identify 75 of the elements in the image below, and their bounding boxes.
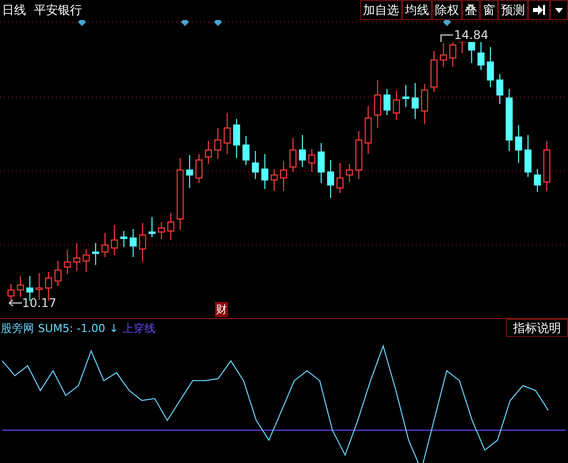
candlestick (139, 222, 146, 262)
toolbar-button[interactable]: 除权 (432, 0, 462, 20)
leader-line (440, 32, 454, 42)
event-diamond-icon (78, 20, 86, 26)
candlestick (233, 118, 240, 158)
jump-to-end-button[interactable] (528, 0, 550, 20)
candlestick (421, 84, 428, 124)
candlestick (336, 162, 344, 194)
candlestick (110, 224, 118, 256)
candlestick (364, 106, 372, 154)
candlestick (54, 260, 62, 286)
candlestick (167, 212, 174, 240)
candlestick (64, 250, 71, 274)
candlestick (130, 228, 137, 258)
candlestick (224, 112, 231, 154)
chart-period: 日线 (2, 2, 26, 18)
low-price-label: 10.17 (22, 296, 56, 310)
candlestick (355, 130, 362, 180)
event-diamond-icon (214, 20, 222, 26)
candlestick (252, 150, 259, 180)
candlestick (543, 140, 550, 192)
candlestick (298, 134, 306, 168)
candlestick (120, 230, 128, 248)
candlestick (196, 154, 202, 184)
candlestick (384, 88, 390, 116)
candlestick (82, 248, 90, 272)
candlestick (346, 164, 353, 182)
candlestick (158, 222, 165, 240)
candlestick (327, 160, 334, 198)
toolbar-button[interactable]: 预测 (498, 0, 528, 20)
event-marker: 财 (215, 302, 228, 317)
candlestick (402, 84, 410, 108)
candlestick (412, 82, 419, 120)
candlestick (242, 136, 250, 166)
indicator-name: 股旁网 (1, 320, 34, 336)
candlestick (374, 80, 382, 128)
candlestick (186, 154, 194, 188)
candlestick (290, 138, 296, 172)
high-price-label: 14.84 (454, 28, 488, 42)
dropdown-button[interactable] (550, 0, 568, 20)
candlestick (102, 232, 108, 258)
event-diamond-icon (181, 20, 189, 26)
candlestick (308, 148, 316, 172)
candlestick (214, 128, 222, 160)
candlestick (486, 46, 494, 88)
candlestick (478, 40, 484, 70)
indicator-value: SUM5: -1.00 (38, 322, 106, 334)
down-arrow: ↓ (109, 322, 118, 334)
candlestick (8, 284, 14, 302)
caret-icon (555, 8, 563, 12)
candlestick (318, 142, 325, 184)
candlestick (515, 124, 522, 164)
candlestick (261, 154, 268, 190)
candlestick (92, 242, 100, 266)
candlestick (148, 216, 156, 238)
candlestick (270, 168, 278, 192)
stock-name: 平安银行 (34, 2, 82, 18)
indicator-line-label: 上穿线 (122, 320, 156, 336)
leader-arrow-icon (8, 299, 22, 307)
candlestick (496, 74, 504, 104)
candlestick (73, 242, 80, 272)
candlestick (392, 90, 400, 120)
toolbar-button[interactable]: 加自选 (360, 0, 402, 20)
jump-to-end-icon (533, 5, 545, 15)
indicator-help-button[interactable]: 指标说明 (506, 319, 568, 337)
candlestick (524, 134, 532, 178)
candlestick (534, 168, 541, 192)
candlestick (430, 50, 438, 92)
toolbar-button[interactable]: 均线 (402, 0, 432, 20)
toolbar-button[interactable]: 叠 (462, 0, 480, 20)
candlestick (16, 276, 24, 298)
candlestick (506, 88, 513, 152)
candlestick (280, 160, 288, 192)
candlestick (204, 140, 212, 164)
toolbar-button[interactable]: 窗 (480, 0, 498, 20)
